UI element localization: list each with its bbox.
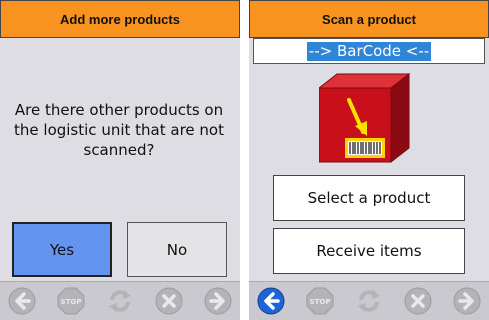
bottom-toolbar: STOP	[0, 281, 240, 320]
select-product-button[interactable]: Select a product	[273, 175, 465, 221]
cancel-icon[interactable]	[404, 287, 432, 315]
receive-items-button[interactable]: Receive items	[273, 228, 465, 274]
page-title: Scan a product	[249, 0, 489, 38]
no-button[interactable]: No	[127, 222, 227, 277]
barcode-placeholder: --> BarCode <--	[306, 41, 432, 61]
back-arrow-icon[interactable]	[257, 287, 285, 315]
scan-box-illustration	[317, 70, 419, 165]
yes-button[interactable]: Yes	[12, 222, 112, 277]
forward-arrow-icon[interactable]	[204, 287, 232, 315]
question-text: Are there other products on the logistic…	[14, 101, 224, 159]
refresh-icon[interactable]	[106, 287, 134, 315]
stop-icon[interactable]: STOP	[306, 287, 334, 315]
barcode-input[interactable]: --> BarCode <--	[253, 38, 485, 64]
stop-label: STOP	[61, 298, 82, 306]
refresh-icon[interactable]	[355, 287, 383, 315]
back-arrow-icon[interactable]	[8, 287, 36, 315]
add-products-panel: Add more products Are there other produc…	[0, 0, 240, 320]
bottom-toolbar: STOP	[249, 281, 489, 320]
stop-icon[interactable]: STOP	[57, 287, 85, 315]
stop-label: STOP	[310, 298, 331, 306]
cancel-icon[interactable]	[155, 287, 183, 315]
forward-arrow-icon[interactable]	[453, 287, 481, 315]
page-title: Add more products	[0, 0, 240, 38]
scan-product-panel: Scan a product --> BarCode <-- Select a …	[249, 0, 489, 320]
